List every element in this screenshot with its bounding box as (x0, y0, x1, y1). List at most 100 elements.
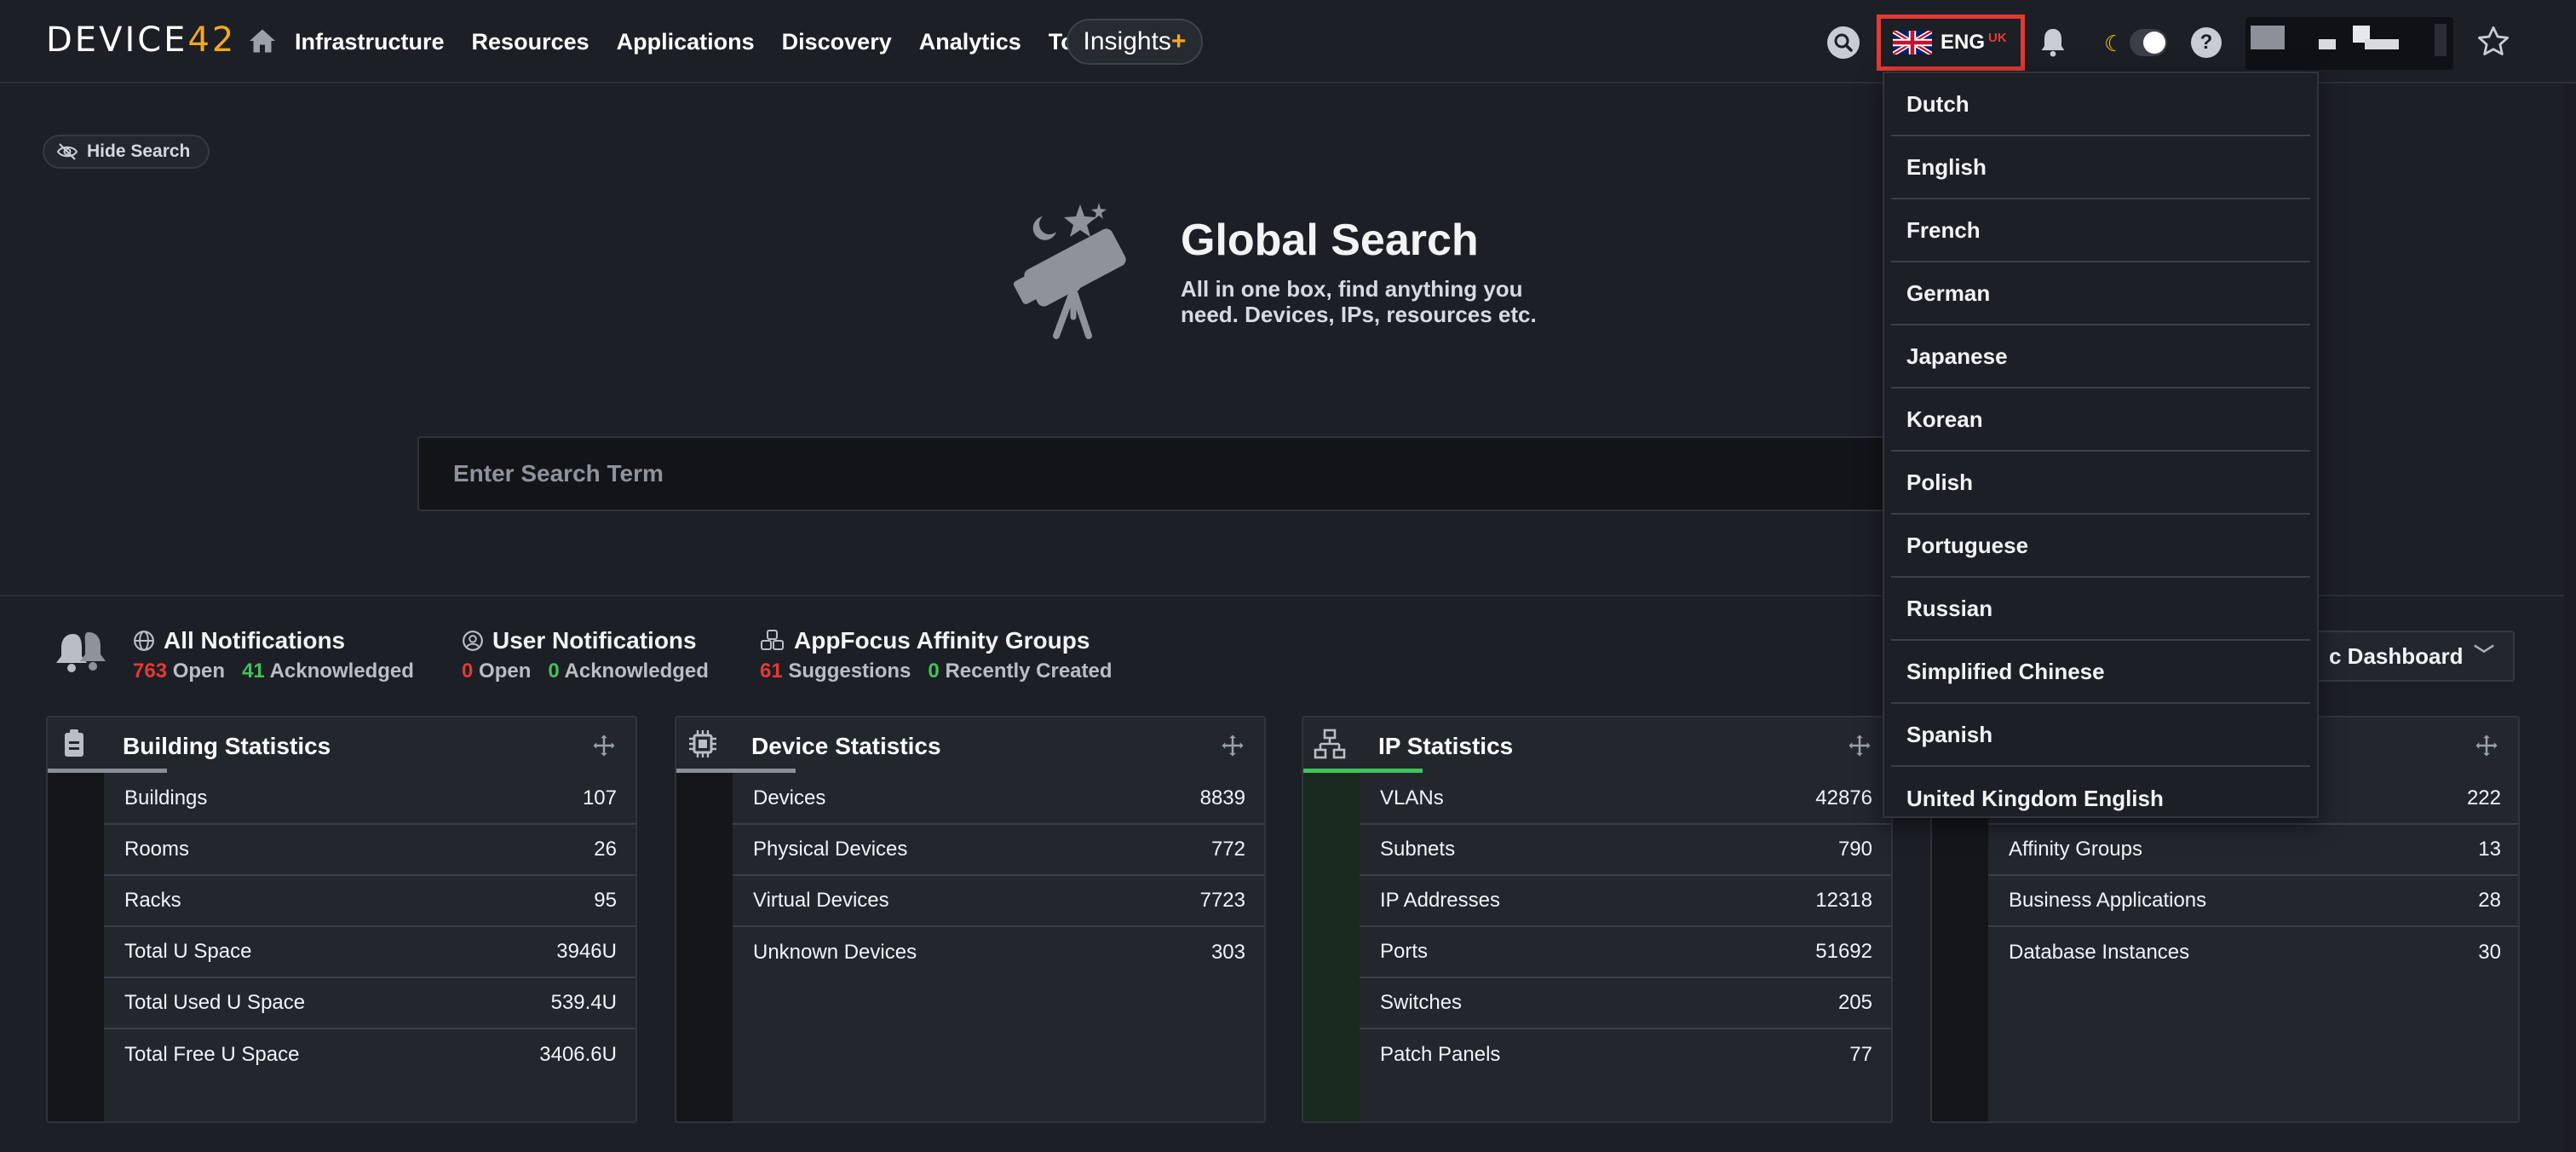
stat-label: Patch Panels (1380, 1043, 1501, 1066)
user-notifications[interactable]: User Notifications 0 Open 0 Acknowledged (462, 627, 709, 683)
stat-row[interactable]: Devices 8839 (733, 774, 1264, 825)
page-scrollbar[interactable] (2564, 84, 2576, 1152)
all-open-label: Open (172, 660, 226, 683)
device-statistics-card: Device Statistics Devices 8839 Physical D… (675, 716, 1266, 1123)
all-notifications[interactable]: All Notifications 763 Open 41 Acknowledg… (133, 627, 414, 683)
language-option-united-kingdom-english[interactable]: United Kingdom English (1891, 767, 2310, 830)
stat-row[interactable]: Total U Space 3946U (104, 927, 635, 978)
card-rail (676, 769, 733, 1121)
language-option-portuguese[interactable]: Portuguese (1891, 515, 2310, 578)
card-underline (1303, 769, 1423, 773)
global-search-input[interactable] (417, 436, 2125, 511)
drag-move-icon[interactable] (2474, 733, 2499, 758)
insights-button[interactable]: Insights+ (1067, 19, 1203, 65)
stat-row[interactable]: Business Applications 28 (1988, 876, 2518, 927)
ip-stats-rows: VLANs 42876 Subnets 790 IP Addresses 12318 … (1360, 774, 1891, 1080)
stat-value: 13 (2478, 838, 2501, 861)
stat-value: 539.4U (550, 991, 617, 1014)
nav-applications[interactable]: Applications (617, 26, 755, 58)
notification-bells-icon (56, 632, 106, 672)
appfocus-affinity-groups[interactable]: AppFocus Affinity Groups 61 Suggestions … (760, 627, 1113, 683)
stat-row[interactable]: Virtual Devices 7723 (733, 876, 1264, 927)
appfocus-created-count: 0 (928, 660, 940, 683)
eye-slash-icon (56, 143, 78, 160)
stat-row[interactable]: Total Used U Space 539.4U (104, 978, 635, 1029)
search-icon[interactable] (1826, 26, 1860, 60)
stat-row[interactable]: Subnets 790 (1360, 825, 1891, 876)
user-ack-label: Acknowledged (564, 660, 709, 683)
stat-value: 3946U (556, 940, 617, 963)
stat-value: 28 (2478, 889, 2501, 912)
drag-move-icon[interactable] (591, 733, 617, 758)
stat-row[interactable]: Total Free U Space 3406.6U (104, 1029, 635, 1080)
stat-row[interactable]: Physical Devices 772 (733, 825, 1264, 876)
nav-resources[interactable]: Resources (472, 26, 589, 58)
stat-row[interactable]: Patch Panels 77 (1360, 1029, 1891, 1080)
stat-row[interactable]: VLANs 42876 (1360, 774, 1891, 825)
hide-search-button[interactable]: Hide Search (43, 135, 210, 169)
appfocus-suggestions-label: Suggestions (788, 660, 911, 683)
stat-row[interactable]: Affinity Groups 13 (1988, 825, 2518, 876)
cubes-icon (761, 630, 784, 650)
stat-label: Rooms (124, 838, 190, 861)
language-option-russian[interactable]: Russian (1891, 578, 2310, 641)
drag-move-icon[interactable] (1847, 733, 1872, 758)
moon-icon: ☾ (2104, 31, 2125, 56)
stat-row[interactable]: Switches 205 (1360, 978, 1891, 1029)
language-option-japanese[interactable]: Japanese (1891, 325, 2310, 389)
favorite-star-icon[interactable] (2475, 24, 2511, 60)
stat-label: Affinity Groups (2009, 838, 2142, 861)
all-notifications-title: All Notifications (164, 627, 346, 654)
stat-row[interactable]: Database Instances 30 (1988, 927, 2518, 978)
stat-row[interactable]: Rooms 26 (104, 825, 635, 876)
network-icon (1314, 729, 1346, 759)
nav-analytics[interactable]: Analytics (919, 26, 1021, 58)
nav-discovery[interactable]: Discovery (782, 26, 892, 58)
all-open-count: 763 (133, 660, 168, 683)
home-icon[interactable] (247, 26, 278, 56)
stat-label: Total Free U Space (124, 1043, 300, 1066)
language-option-english[interactable]: English (1891, 136, 2310, 199)
stat-row[interactable]: Buildings 107 (104, 774, 635, 825)
language-selector[interactable]: ENG UK (1877, 14, 2025, 71)
nav-infrastructure[interactable]: Infrastructure (295, 26, 445, 58)
drag-move-icon[interactable] (1220, 733, 1245, 758)
language-option-french[interactable]: French (1891, 199, 2310, 262)
stat-row[interactable]: IP Addresses 12318 (1360, 876, 1891, 927)
appfocus-title: AppFocus Affinity Groups (794, 627, 1090, 654)
stat-label: Racks (124, 889, 181, 912)
stat-label: Subnets (1380, 838, 1456, 861)
device-statistics-title: Device Statistics (751, 733, 941, 759)
language-option-spanish[interactable]: Spanish (1891, 704, 2310, 767)
stat-value: 205 (1837, 991, 1872, 1014)
building-statistics-card: Building Statistics Buildings 107 Rooms 26… (46, 716, 637, 1123)
language-option-dutch[interactable]: Dutch (1891, 73, 2310, 136)
stat-row[interactable]: Unknown Devices 303 (733, 927, 1264, 978)
stat-label: Switches (1380, 991, 1463, 1014)
ip-statistics-card: IP Statistics VLANs 42876 Subnets 790 IP A… (1302, 716, 1893, 1123)
stat-value: 7723 (1199, 889, 1245, 912)
stat-value: 12318 (1815, 889, 1872, 912)
language-option-simplified-chinese[interactable]: Simplified Chinese (1891, 641, 2310, 704)
language-option-german[interactable]: German (1891, 262, 2310, 325)
stat-row[interactable]: Racks 95 (104, 876, 635, 927)
stat-value: 8839 (1199, 786, 1245, 809)
stat-label: Unknown Devices (753, 941, 917, 964)
building-statistics-title: Building Statistics (123, 733, 331, 759)
help-icon[interactable]: ? (2191, 27, 2222, 58)
user-ack-count: 0 (548, 660, 560, 683)
language-option-polish[interactable]: Polish (1891, 452, 2310, 515)
stat-label: Devices (753, 786, 826, 809)
stat-row[interactable]: Ports 51692 (1360, 927, 1891, 978)
building-icon (65, 729, 83, 757)
user-avatar-redacted[interactable] (2245, 17, 2453, 70)
stat-label: Business Applications (2009, 889, 2207, 912)
language-option-korean[interactable]: Korean (1891, 389, 2310, 452)
theme-toggle[interactable]: ☾ (2104, 26, 2167, 60)
stat-value: 222 (2466, 786, 2501, 809)
device42-logo[interactable]: DEVICE42 (46, 20, 236, 63)
globe-icon (134, 631, 154, 651)
bell-icon[interactable] (2036, 24, 2070, 60)
toggle-knob (2143, 32, 2165, 54)
chevron-down-icon: ﹀ (2474, 644, 2494, 667)
